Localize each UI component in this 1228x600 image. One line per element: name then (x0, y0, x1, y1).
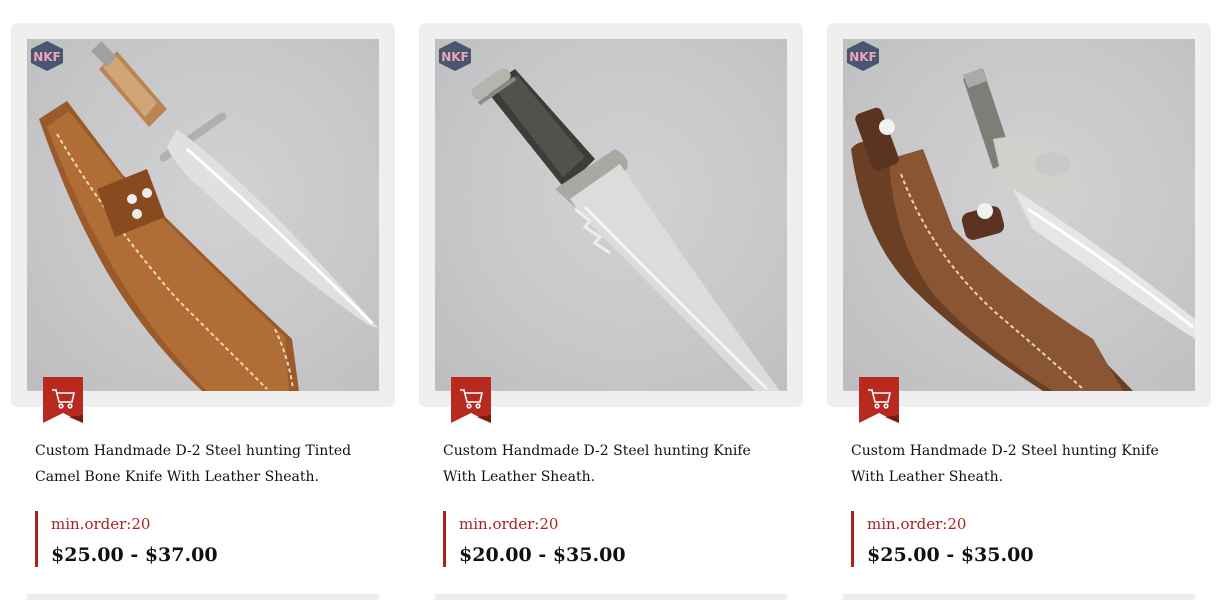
product-image-frame: NKF (419, 23, 803, 407)
nkf-logo-icon: NKF (31, 41, 63, 71)
product-image-frame: NKF (11, 23, 395, 407)
add-to-cart-button[interactable] (451, 377, 491, 423)
product-title[interactable]: Custom Handmade D-2 Steel hunting Knife … (443, 438, 783, 490)
knife-photo-ring-handle (851, 68, 1195, 391)
min-order-label: min.order:20 (459, 515, 559, 533)
card-footer-bar (27, 594, 379, 600)
card-footer-bar (843, 594, 1195, 600)
min-order-label: min.order:20 (867, 515, 967, 533)
order-info: min.order:20 $25.00 - $35.00 (851, 511, 1034, 567)
product-card[interactable]: NKF Custom Handmade D-2 Steel hunting Kn… (419, 0, 803, 600)
knife-photo-black-handle (471, 68, 780, 391)
product-grid: NKF Custom Handmade D-2 Steel hunting Ti… (0, 0, 1228, 600)
nkf-logo-icon: NKF (439, 41, 471, 71)
product-card[interactable]: NKF Custom Handmade D-2 Steel hunting Ti… (11, 0, 395, 600)
add-to-cart-button[interactable] (43, 377, 83, 423)
product-title[interactable]: Custom Handmade D-2 Steel hunting Tinted… (35, 438, 375, 490)
svg-text:NKF: NKF (441, 50, 469, 64)
card-footer-bar (435, 594, 787, 600)
nkf-logo-icon: NKF (847, 41, 879, 71)
add-to-cart-button[interactable] (859, 377, 899, 423)
order-info: min.order:20 $25.00 - $37.00 (35, 511, 218, 567)
product-image-frame: NKF (827, 23, 1211, 407)
product-image[interactable]: NKF (27, 39, 379, 391)
price-range: $25.00 - $35.00 (867, 544, 1034, 566)
svg-text:NKF: NKF (33, 50, 61, 64)
product-title[interactable]: Custom Handmade D-2 Steel hunting Knife … (851, 438, 1191, 490)
min-order-label: min.order:20 (51, 515, 151, 533)
order-info: min.order:20 $20.00 - $35.00 (443, 511, 626, 567)
svg-text:NKF: NKF (849, 50, 877, 64)
price-range: $20.00 - $35.00 (459, 544, 626, 566)
price-range: $25.00 - $37.00 (51, 544, 218, 566)
knife-photo-camel-bone (39, 41, 379, 391)
product-image[interactable]: NKF (843, 39, 1195, 391)
product-card[interactable]: NKF Custom Handmade D-2 Steel hunting Kn… (827, 0, 1211, 600)
product-image[interactable]: NKF (435, 39, 787, 391)
